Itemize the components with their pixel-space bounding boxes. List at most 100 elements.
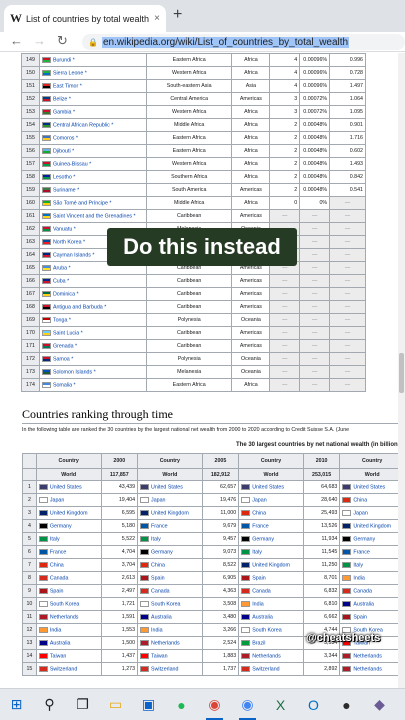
country-link[interactable]: Canada xyxy=(151,588,170,594)
country-link[interactable]: Italy xyxy=(353,562,363,568)
country-link[interactable]: Spain xyxy=(151,575,165,581)
country-link[interactable]: Netherlands xyxy=(50,614,79,620)
country-link[interactable]: Italy xyxy=(151,536,161,542)
country-link[interactable]: United States xyxy=(151,484,183,490)
taskbar-outlook[interactable]: O xyxy=(297,689,330,720)
country-link[interactable]: South Korea xyxy=(50,601,79,607)
country-link[interactable]: Spain xyxy=(252,575,266,581)
country-link[interactable]: China xyxy=(252,510,266,516)
country-link[interactable]: Tonga * xyxy=(53,317,71,323)
country-link[interactable]: Spain xyxy=(50,588,64,594)
country-link[interactable]: France xyxy=(353,549,370,555)
country-link[interactable]: Germany xyxy=(151,549,173,555)
taskbar-file-explorer[interactable]: ▭ xyxy=(99,689,132,720)
page-scrollbar[interactable] xyxy=(398,53,405,688)
country-link[interactable]: Antigua and Barbuda * xyxy=(53,304,106,310)
country-link[interactable]: United States xyxy=(353,484,385,490)
country-link[interactable]: Guinea-Bissau * xyxy=(53,161,91,167)
country-link[interactable]: South Korea xyxy=(151,601,180,607)
country-link[interactable]: Samoa * xyxy=(53,356,73,362)
country-link[interactable]: Grenada * xyxy=(53,343,77,349)
country-link[interactable]: Spain xyxy=(353,614,367,620)
country-link[interactable]: Lesotho * xyxy=(53,174,75,180)
taskbar-start[interactable]: ⊞ xyxy=(0,689,33,720)
country-link[interactable]: Australia xyxy=(252,614,273,620)
taskbar-app-other[interactable]: ◆ xyxy=(363,689,396,720)
country-link[interactable]: North Korea * xyxy=(53,239,85,245)
country-link[interactable]: Japan xyxy=(151,497,165,503)
column-header[interactable]: Country xyxy=(238,453,304,469)
country-link[interactable]: Taiwan xyxy=(50,653,67,659)
taskbar-search[interactable]: ⚲ xyxy=(33,689,66,720)
country-link[interactable]: France xyxy=(252,523,269,529)
country-link[interactable]: Switzerland xyxy=(252,666,279,672)
country-link[interactable]: Gambia * xyxy=(53,109,75,115)
column-header[interactable]: Country xyxy=(339,453,405,469)
country-link[interactable]: Australia xyxy=(50,640,71,646)
country-link[interactable]: South Korea xyxy=(252,627,281,633)
country-link[interactable]: Solomon Islands * xyxy=(53,369,96,375)
taskbar-excel[interactable]: X xyxy=(264,689,297,720)
back-icon[interactable]: ← xyxy=(10,33,23,48)
country-link[interactable]: Australia xyxy=(151,614,172,620)
country-link[interactable]: Canada xyxy=(252,588,271,594)
new-tab-button[interactable]: + xyxy=(173,6,182,24)
country-link[interactable]: Djibouti * xyxy=(53,148,74,154)
country-link[interactable]: Netherlands xyxy=(252,653,281,659)
country-link[interactable]: Germany xyxy=(353,536,375,542)
country-link[interactable]: China xyxy=(151,562,165,568)
close-icon[interactable]: × xyxy=(154,13,160,24)
country-link[interactable]: Germany xyxy=(252,536,274,542)
country-link[interactable]: Germany xyxy=(50,523,72,529)
reload-icon[interactable]: ↻ xyxy=(57,33,68,49)
column-header[interactable]: Country xyxy=(35,453,102,469)
country-link[interactable]: India xyxy=(353,575,365,581)
country-link[interactable]: Japan xyxy=(252,497,266,503)
country-link[interactable]: Australia xyxy=(353,601,374,607)
country-link[interactable]: East Timor * xyxy=(53,83,82,89)
country-link[interactable]: India xyxy=(151,627,163,633)
browser-tab[interactable]: W List of countries by total wealth × xyxy=(4,5,166,32)
country-link[interactable]: France xyxy=(50,549,67,555)
taskbar-task-view[interactable]: ❐ xyxy=(66,689,99,720)
country-link[interactable]: Vanuatu * xyxy=(53,226,76,232)
column-header[interactable]: 2005 xyxy=(201,453,240,469)
taskbar-app-dark[interactable]: ● xyxy=(330,689,363,720)
country-link[interactable]: Aruba * xyxy=(53,265,71,271)
taskbar-store[interactable]: ▣ xyxy=(132,689,165,720)
country-link[interactable]: Japan xyxy=(50,497,64,503)
country-link[interactable]: Suriname * xyxy=(53,187,79,193)
country-link[interactable]: Comoros * xyxy=(53,135,78,141)
country-link[interactable]: Canada xyxy=(50,575,69,581)
country-link[interactable]: United Kingdom xyxy=(353,523,391,529)
country-link[interactable]: Dominica * xyxy=(53,291,79,297)
country-link[interactable]: Burundi * xyxy=(53,57,75,63)
country-link[interactable]: Somalia * xyxy=(53,382,76,388)
country-link[interactable]: Belize * xyxy=(53,96,71,102)
country-link[interactable]: India xyxy=(50,627,62,633)
country-link[interactable]: United Kingdom xyxy=(252,562,290,568)
country-link[interactable]: Taiwan xyxy=(151,653,168,659)
country-link[interactable]: United States xyxy=(252,484,284,490)
country-link[interactable]: Saint Vincent and the Grenadines * xyxy=(53,213,136,219)
url-text[interactable]: en.wikipedia.org/wiki/List_of_countries_… xyxy=(101,36,350,48)
column-header[interactable]: 2000 xyxy=(100,453,139,469)
country-link[interactable]: United Kingdom xyxy=(151,510,189,516)
country-link[interactable]: Italy xyxy=(252,549,262,555)
country-link[interactable]: Sierra Leone * xyxy=(53,70,87,76)
country-link[interactable]: Cuba * xyxy=(53,278,69,284)
taskbar-spotify[interactable]: ● xyxy=(165,689,198,720)
country-link[interactable]: United Kingdom xyxy=(50,510,88,516)
country-link[interactable]: France xyxy=(151,523,168,529)
country-link[interactable]: Canada xyxy=(353,588,372,594)
country-link[interactable]: São Tomé and Príncipe * xyxy=(53,200,112,206)
country-link[interactable]: China xyxy=(353,497,367,503)
country-link[interactable]: Netherlands xyxy=(353,666,382,672)
country-link[interactable]: Central African Republic * xyxy=(53,122,113,128)
country-link[interactable]: Cayman Islands * xyxy=(53,252,95,258)
country-link[interactable]: Switzerland xyxy=(151,666,178,672)
country-link[interactable]: Italy xyxy=(50,536,60,542)
country-link[interactable]: Switzerland xyxy=(50,666,77,672)
country-link[interactable]: China xyxy=(50,562,64,568)
country-link[interactable]: India xyxy=(252,601,264,607)
